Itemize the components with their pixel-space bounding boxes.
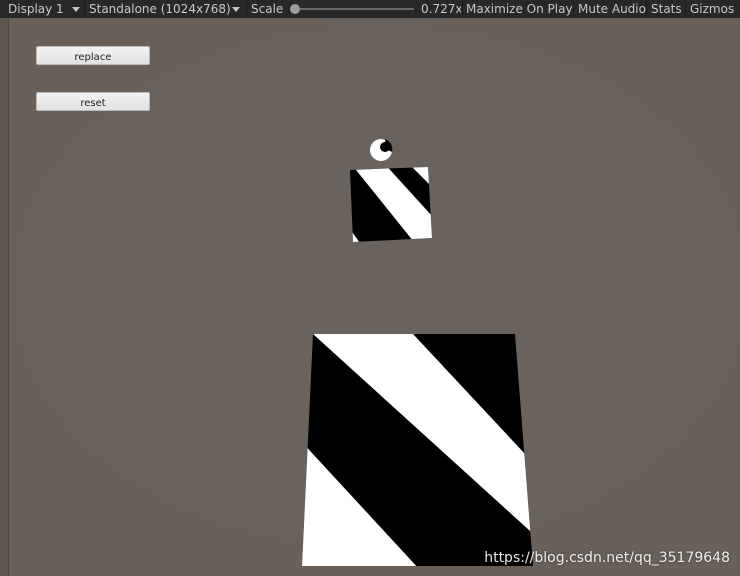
scale-label: Scale	[251, 2, 284, 16]
toolbar-divider	[84, 0, 85, 18]
mute-label: Mute Audio	[578, 2, 646, 16]
toolbar-divider	[573, 0, 574, 18]
gizmos-toggle[interactable]: Gizmos	[690, 0, 734, 18]
scale-value: 0.727x	[421, 2, 461, 16]
unity-game-view: Display 1 Standalone (1024x768) Scale 0.…	[0, 0, 740, 576]
resolution-label: Standalone (1024x768)	[89, 2, 231, 16]
toolbar-divider	[685, 0, 686, 18]
gizmos-label: Gizmos	[690, 2, 735, 16]
panel-edge	[0, 18, 9, 576]
resolution-dropdown[interactable]: Standalone (1024x768)	[89, 0, 231, 18]
reset-button[interactable]: reset	[36, 92, 150, 111]
watermark: https://blog.csdn.net/qq_35179648	[484, 550, 730, 566]
chevron-down-icon	[232, 7, 240, 12]
mute-audio-toggle[interactable]: Mute Audio	[578, 0, 646, 18]
stats-label: Stats	[651, 2, 682, 16]
maximize-label: Maximize On Play	[466, 2, 573, 16]
maximize-on-play-toggle[interactable]: Maximize On Play	[466, 0, 573, 18]
scale-slider-track[interactable]	[292, 8, 414, 10]
replace-button[interactable]: replace	[36, 46, 150, 65]
toolbar-divider	[646, 0, 647, 18]
game-view-toolbar: Display 1 Standalone (1024x768) Scale 0.…	[0, 0, 740, 18]
display-label: Display 1	[8, 2, 64, 16]
toolbar-divider	[462, 0, 463, 18]
chevron-down-icon	[72, 7, 80, 12]
display-dropdown[interactable]: Display 1	[8, 0, 64, 18]
scale-slider-handle[interactable]	[290, 4, 300, 14]
stats-toggle[interactable]: Stats	[651, 0, 682, 18]
toolbar-divider	[246, 0, 247, 18]
